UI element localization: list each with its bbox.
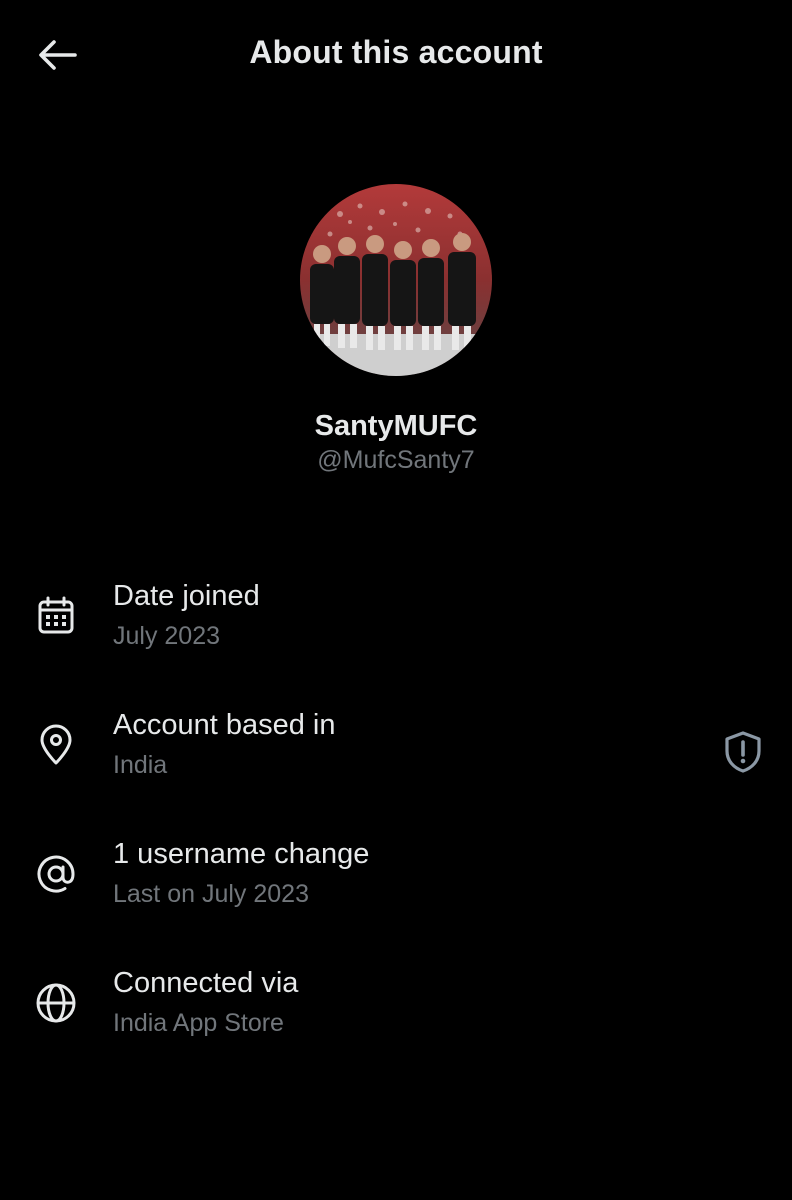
globe-icon bbox=[34, 981, 78, 1025]
detail-value: India App Store bbox=[113, 1009, 284, 1037]
calendar-icon bbox=[34, 594, 78, 638]
detail-value: Last on July 2023 bbox=[113, 880, 309, 908]
detail-label: Date joined bbox=[113, 580, 260, 612]
user-handle: @MufcSanty7 bbox=[317, 446, 475, 474]
top-bar: About this account bbox=[0, 0, 792, 110]
detail-value: July 2023 bbox=[113, 622, 221, 650]
shield-alert-icon[interactable] bbox=[720, 729, 766, 775]
avatar[interactable] bbox=[300, 184, 492, 376]
at-sign-icon bbox=[34, 852, 78, 896]
location-pin-icon bbox=[34, 723, 78, 767]
detail-label: Account based in bbox=[113, 709, 336, 741]
detail-value: India bbox=[113, 751, 168, 779]
page-title: About this account bbox=[249, 34, 543, 70]
display-name: SantyMUFC bbox=[314, 410, 478, 442]
detail-row-account-based-in: Account based in India bbox=[0, 709, 792, 819]
detail-row-username-change: 1 username change Last on July 2023 bbox=[0, 838, 792, 948]
detail-label: 1 username change bbox=[113, 838, 370, 870]
detail-row-connected-via: Connected via India App Store bbox=[0, 967, 792, 1077]
detail-row-date-joined: Date joined July 2023 bbox=[0, 580, 792, 690]
detail-label: Connected via bbox=[113, 967, 299, 999]
